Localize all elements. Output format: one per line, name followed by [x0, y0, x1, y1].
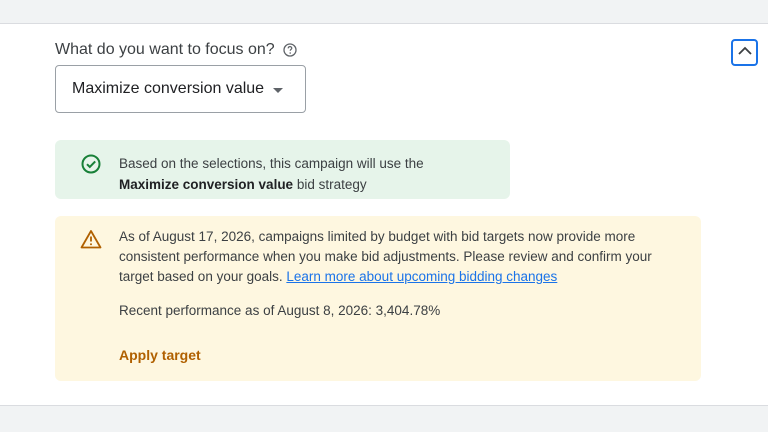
recent-performance-text: Recent performance as of August 8, 2026:… — [119, 303, 441, 318]
learn-more-link[interactable]: Learn more about upcoming bidding change… — [286, 269, 557, 284]
collapse-section-button[interactable] — [731, 39, 758, 66]
focus-select-value: Maximize conversion value — [72, 80, 265, 97]
top-divider-strip — [0, 0, 768, 24]
bid-strategy-info-box: Based on the selections, this campaign w… — [55, 140, 510, 199]
bid-strategy-info-text: Based on the selections, this campaign w… — [119, 153, 424, 195]
info-suffix: bid strategy — [296, 177, 367, 192]
chevron-up-icon — [737, 44, 753, 62]
focus-question-text: What do you want to focus on? — [55, 41, 275, 58]
check-circle-icon — [81, 154, 101, 174]
warning-message: As of August 17, 2026, campaigns limited… — [119, 227, 689, 287]
help-circle-icon[interactable] — [283, 43, 297, 57]
warning-triangle-icon — [80, 229, 102, 249]
bid-focus-panel: What do you want to focus on? Maximize c… — [0, 24, 768, 406]
info-strategy-name: Maximize conversion value — [119, 177, 294, 192]
info-prefix: Based on the selections, this campaign w… — [119, 156, 424, 171]
focus-select[interactable]: Maximize conversion value — [55, 65, 306, 113]
bottom-divider-strip — [0, 406, 768, 432]
bidding-changes-warning-box: As of August 17, 2026, campaigns limited… — [55, 216, 701, 381]
caret-down-icon — [273, 87, 284, 93]
focus-question: What do you want to focus on? — [55, 41, 297, 59]
apply-target-button[interactable]: Apply target — [119, 347, 201, 363]
